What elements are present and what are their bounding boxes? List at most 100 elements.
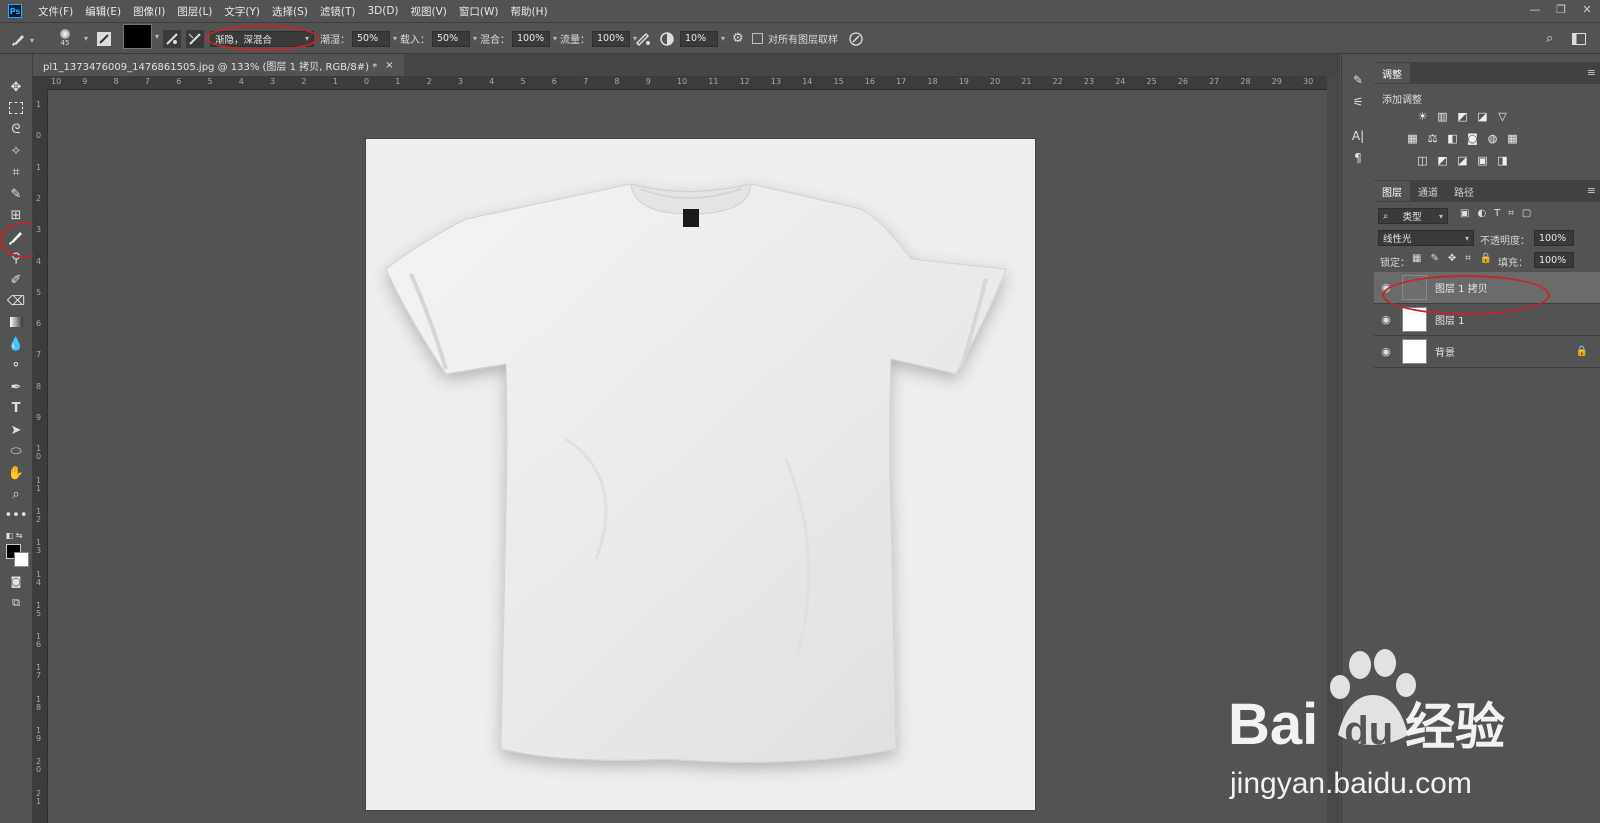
minimize-button[interactable]: — xyxy=(1522,0,1548,18)
close-tab-icon[interactable]: × xyxy=(385,60,393,71)
gradient-map-adjust-icon[interactable]: ◨ xyxy=(1496,154,1509,167)
brush-settings-panel-icon[interactable]: ⚟ xyxy=(1350,94,1366,110)
document-canvas[interactable] xyxy=(366,139,1035,810)
color-lookup-adjust-icon[interactable]: ▦ xyxy=(1506,132,1519,145)
menu-window[interactable]: 窗口(W) xyxy=(453,4,505,19)
hue-adjust-icon[interactable]: ▦ xyxy=(1406,132,1419,145)
brightness-adjust-icon[interactable]: ☀ xyxy=(1416,110,1429,123)
menu-image[interactable]: 图像(I) xyxy=(127,4,171,19)
default-colors-icon[interactable]: ◧ ⇆ xyxy=(4,526,24,544)
layers-menu-icon[interactable]: ≡ xyxy=(1587,184,1596,197)
menu-layer[interactable]: 图层(L) xyxy=(171,4,218,19)
fill-input[interactable]: 100% xyxy=(1534,252,1574,268)
smoothing-dropdown-icon[interactable]: ▾ xyxy=(721,34,725,43)
mix-dropdown-icon[interactable]: ▾ xyxy=(553,34,557,43)
smoothing-toggle[interactable] xyxy=(660,29,674,48)
more-tools-icon[interactable]: ••• xyxy=(5,506,28,524)
photo-filter-adjust-icon[interactable]: ◙ xyxy=(1466,132,1479,145)
menu-type[interactable]: 文字(Y) xyxy=(218,4,266,19)
screen-mode-icon[interactable]: ⧉ xyxy=(6,594,26,612)
ruler-tick: 22 xyxy=(1052,77,1063,86)
curves-adjust-icon[interactable]: ◩ xyxy=(1456,110,1469,123)
tab-channels[interactable]: 通道 xyxy=(1410,181,1446,201)
opacity-input[interactable]: 100% xyxy=(1534,230,1574,246)
channel-mixer-adjust-icon[interactable]: ◍ xyxy=(1486,132,1499,145)
blur-tool-icon[interactable]: 💧 xyxy=(6,335,26,353)
clean-brush-after-stroke-toggle[interactable] xyxy=(186,29,204,48)
vibrance-adjust-icon[interactable]: ▽ xyxy=(1496,110,1509,123)
menu-edit[interactable]: 编辑(E) xyxy=(79,4,127,19)
ellipse-tool-icon[interactable]: ⬭ xyxy=(6,442,26,460)
character-panel-icon[interactable]: A| xyxy=(1350,128,1366,144)
type-tool-icon[interactable]: T xyxy=(6,399,26,417)
lock-icons[interactable]: ▦✎✥⌗🔒 xyxy=(1412,253,1501,264)
load-input[interactable]: 50% xyxy=(432,30,470,47)
eyedropper-tool-icon[interactable]: ✎ xyxy=(6,185,26,203)
menu-file[interactable]: 文件(F) xyxy=(32,4,79,19)
menu-select[interactable]: 选择(S) xyxy=(266,4,314,19)
pressure-toggle[interactable] xyxy=(848,29,864,48)
invert-adjust-icon[interactable]: ◫ xyxy=(1416,154,1429,167)
crop-tool-icon[interactable]: ⌗ xyxy=(6,163,26,181)
mix-input[interactable]: 100% xyxy=(512,30,550,47)
eraser-tool-icon[interactable]: ⌫ xyxy=(6,292,26,310)
tool-preset-picker[interactable]: ▾ xyxy=(10,29,40,48)
layer-filter-icons[interactable]: ▣◐T⌗▢ xyxy=(1460,208,1539,219)
move-tool-icon[interactable]: ✥ xyxy=(6,78,26,96)
hand-tool-icon[interactable]: ✋ xyxy=(6,464,26,482)
menu-help[interactable]: 帮助(H) xyxy=(505,4,554,19)
visibility-eye-icon[interactable]: ◉ xyxy=(1374,345,1398,358)
menu-filter[interactable]: 滤镜(T) xyxy=(314,4,362,19)
brush-dropdown-chevron-icon[interactable]: ▾ xyxy=(81,29,88,48)
color-balance-adjust-icon[interactable]: ⚖ xyxy=(1426,132,1439,145)
panel-menu-icon[interactable]: ≡ xyxy=(1587,66,1596,79)
selective-color-adjust-icon[interactable]: ▣ xyxy=(1476,154,1489,167)
background-color-swatch[interactable] xyxy=(14,552,29,567)
flow-input[interactable]: 100% xyxy=(592,30,630,47)
gradient-tool-icon[interactable] xyxy=(6,313,26,331)
close-button[interactable]: ✕ xyxy=(1574,0,1600,18)
menu-3d[interactable]: 3D(D) xyxy=(361,5,404,17)
quick-mask-icon[interactable]: ◙ xyxy=(6,572,26,590)
tab-adjustments[interactable]: 调整 xyxy=(1374,63,1410,83)
blend-mode-select[interactable]: 线性光 ▾ xyxy=(1378,230,1474,246)
brush-preset-panel-icon[interactable]: ✎ xyxy=(1350,72,1366,88)
menu-view[interactable]: 视图(V) xyxy=(405,4,453,19)
gear-icon[interactable]: ⚙ xyxy=(732,29,744,48)
brush-preset-picker[interactable]: 45 xyxy=(60,29,70,48)
path-selection-tool-icon[interactable]: ➤ xyxy=(6,421,26,439)
black-white-adjust-icon[interactable]: ◧ xyxy=(1446,132,1459,145)
wet-input[interactable]: 50% xyxy=(352,30,390,47)
pen-tool-icon[interactable]: ✒ xyxy=(6,378,26,396)
threshold-adjust-icon[interactable]: ◪ xyxy=(1456,154,1469,167)
sample-all-layers[interactable]: 对所有图层取样 xyxy=(752,29,838,48)
layer-row-background[interactable]: ◉ 背景 🔒 xyxy=(1374,336,1600,368)
zoom-tool-icon[interactable]: ⌕ xyxy=(6,485,26,503)
restore-button[interactable]: ❐ xyxy=(1548,0,1574,18)
document-tab[interactable]: pl1_1373476009_1476861505.jpg @ 133% (图层… xyxy=(33,54,404,76)
workspace-icon[interactable] xyxy=(1572,29,1586,48)
magic-wand-tool-icon[interactable]: ✧ xyxy=(6,142,26,160)
paragraph-panel-icon[interactable]: ¶ xyxy=(1350,150,1366,166)
visibility-eye-icon[interactable]: ◉ xyxy=(1374,313,1398,326)
levels-adjust-icon[interactable]: ▥ xyxy=(1436,110,1449,123)
sample-all-checkbox[interactable] xyxy=(752,33,763,44)
ruler-tick: 15 xyxy=(833,77,844,86)
marquee-tool-icon[interactable] xyxy=(6,99,26,117)
layer-filter-select[interactable]: ⌕ 类型 ▾ xyxy=(1378,208,1448,224)
wet-dropdown-icon[interactable]: ▾ xyxy=(393,34,397,43)
dodge-tool-icon[interactable]: ⚬ xyxy=(6,356,26,374)
brush-settings-panel-toggle[interactable] xyxy=(96,29,112,48)
current-load-swatch[interactable]: ▾ xyxy=(123,24,159,49)
tab-layers[interactable]: 图层 xyxy=(1374,181,1410,201)
tab-paths[interactable]: 路径 xyxy=(1446,181,1482,201)
exposure-adjust-icon[interactable]: ◪ xyxy=(1476,110,1489,123)
lasso-tool-icon[interactable]: ᘓ xyxy=(6,120,26,138)
history-brush-tool-icon[interactable]: ✐ xyxy=(6,271,26,289)
airbrush-toggle[interactable] xyxy=(635,29,651,48)
load-brush-after-stroke-toggle[interactable] xyxy=(163,29,181,48)
load-dropdown-icon[interactable]: ▾ xyxy=(473,34,477,43)
smoothing-input[interactable]: 10% xyxy=(680,30,718,47)
posterize-adjust-icon[interactable]: ◩ xyxy=(1436,154,1449,167)
search-icon[interactable]: ⌕ xyxy=(1546,29,1553,48)
